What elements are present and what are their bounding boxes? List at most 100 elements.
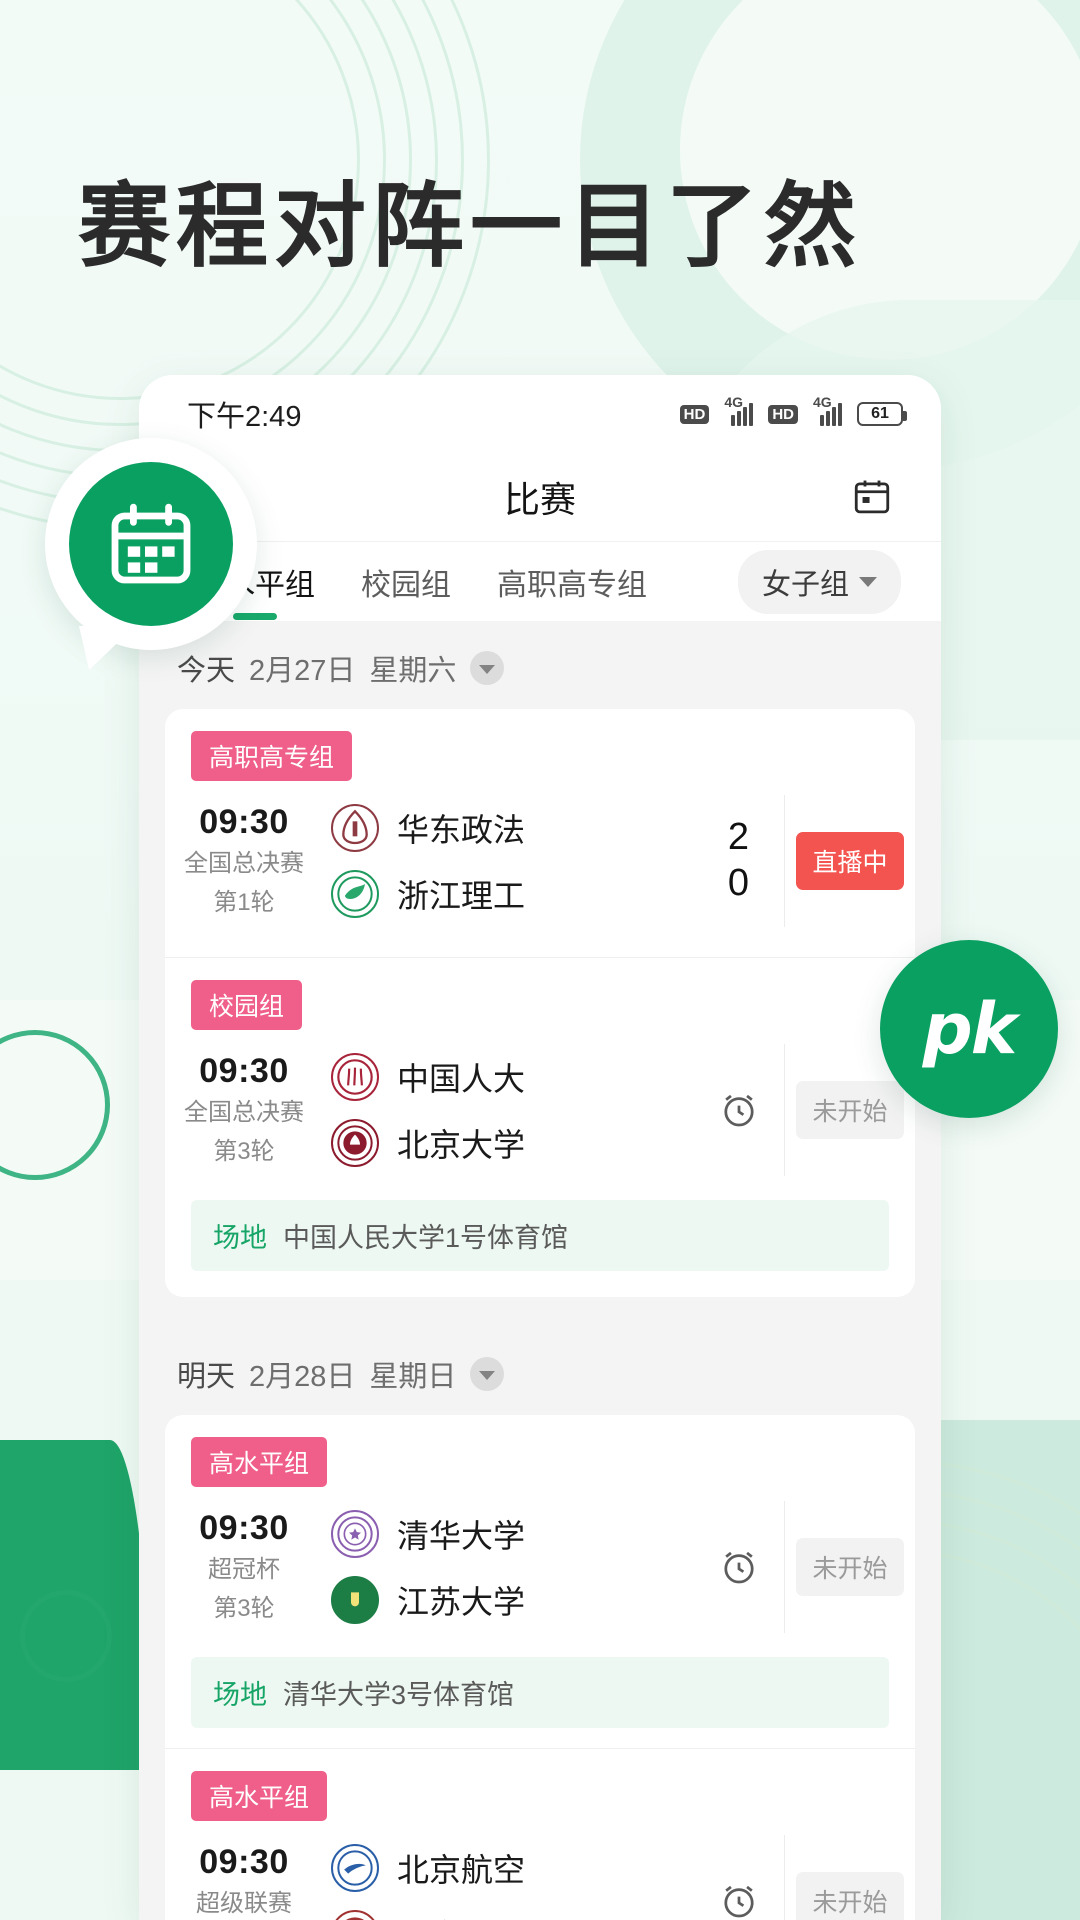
status-badge[interactable]: 直播中 [796, 832, 904, 890]
group-tag: 高水平组 [191, 1771, 328, 1821]
match-time: 09:30 [199, 1509, 289, 1548]
battery-level: 61 [871, 405, 889, 422]
hd-icon-1: HD [679, 404, 710, 424]
match-row[interactable]: 09:30 全国总决赛 第1轮 华东政法 浙江理工 2 0 直播中 [165, 781, 915, 947]
match-card: 高水平组 09:30 超冠杯 第3轮 清华大学 江苏大学 未开始 场地 清华大学… [165, 1415, 915, 1920]
venue-name: 清华大学3号体育馆 [283, 1680, 515, 1710]
match-time-block: 09:30 全国总决赛 第1轮 [165, 803, 315, 919]
day-weekday: 星期六 [369, 655, 457, 687]
chevron-down-icon[interactable] [470, 651, 505, 685]
team-name: 浙江理工 [397, 878, 526, 914]
group-tabs: 高水平组 校园组 高职高专组 女子组 [139, 541, 941, 621]
team-home: 清华大学 [331, 1501, 693, 1567]
battery-icon: 61 [857, 402, 907, 426]
away-score: 0 [727, 862, 750, 904]
status-badge[interactable]: 未开始 [796, 1872, 904, 1920]
chevron-down-icon [859, 576, 877, 587]
match-row[interactable]: 09:30 超级联赛 第3轮 北京航空 [165, 1821, 915, 1920]
match-time: 09:30 [199, 1843, 289, 1882]
team-name: 中国人大 [397, 1061, 526, 1097]
status-badge[interactable]: 未开始 [796, 1081, 904, 1139]
match-round: 第3轮 [213, 1594, 275, 1622]
team-away: 江苏大学 [331, 1567, 693, 1633]
match-stage: 超级联赛 [196, 1890, 292, 1918]
match-status[interactable]: 未开始 [785, 1538, 915, 1596]
match-stage: 超冠杯 [208, 1556, 280, 1584]
team-name: 江苏大学 [397, 1584, 526, 1620]
status-badge[interactable]: 未开始 [796, 1538, 904, 1596]
team-name: 清华大学 [397, 1518, 526, 1554]
category-selector-label: 女子组 [761, 568, 849, 601]
match-group[interactable]: 高水平组 09:30 超级联赛 第3轮 北京航空 [165, 1748, 915, 1920]
match-teams: 北京航空 北京理工 [315, 1835, 693, 1920]
match-status[interactable]: 直播中 [785, 832, 915, 890]
team-logo-icon [331, 1510, 379, 1558]
day-prefix: 今天 [177, 655, 236, 687]
match-teams: 中国人大 北京大学 [315, 1044, 693, 1176]
category-selector[interactable]: 女子组 [737, 549, 901, 614]
chevron-down-icon[interactable] [470, 1357, 505, 1391]
match-score: 2 0 [693, 795, 785, 927]
venue-label: 场地 [213, 1223, 267, 1253]
calendar-icon [69, 462, 233, 626]
team-home: 北京航空 [331, 1835, 693, 1901]
team-away: 浙江理工 [331, 861, 693, 927]
venue-label: 场地 [213, 1680, 267, 1710]
team-name: 北京大学 [397, 1127, 526, 1163]
match-time-block: 09:30 超冠杯 第3轮 [165, 1509, 315, 1625]
pk-badge-label: pk [922, 988, 1018, 1070]
network-label-1: 4G [724, 393, 744, 410]
day-date: 2月28日 [249, 1361, 356, 1393]
venue-row: 场地 清华大学3号体育馆 [191, 1657, 889, 1728]
venue-row: 场地 中国人民大学1号体育馆 [191, 1200, 889, 1271]
alarm-icon[interactable] [693, 1501, 785, 1633]
match-time: 09:30 [199, 1052, 289, 1091]
match-group[interactable]: 高职高专组 09:30 全国总决赛 第1轮 华东政法 浙江理工 2 0 直播中 [165, 709, 915, 947]
team-name: 华东政法 [397, 812, 526, 848]
match-row[interactable]: 09:30 超冠杯 第3轮 清华大学 江苏大学 未开始 [165, 1487, 915, 1653]
group-tag: 高水平组 [191, 1437, 328, 1487]
match-round: 第1轮 [213, 888, 275, 916]
day-header[interactable]: 今天 2月27日 星期六 [139, 621, 941, 709]
team-logo-icon [331, 870, 379, 918]
team-away: 北京理工 [331, 1901, 693, 1920]
team-logo-icon [331, 1576, 379, 1624]
signal-icon-1: 4G [718, 394, 759, 426]
match-group[interactable]: 校园组 09:30 全国总决赛 第3轮 中国人大 北京大学 未开始 场地 中国人… [165, 957, 915, 1271]
tab-vocational[interactable]: 高职高专组 [497, 560, 647, 604]
match-stage: 全国总决赛 [184, 850, 304, 878]
page-title: 赛程对阵一目了然 [78, 173, 863, 280]
calendar-bubble [45, 438, 257, 650]
background-circle-outline [0, 1030, 110, 1180]
team-home: 华东政法 [331, 795, 693, 861]
team-logo-icon [331, 1910, 379, 1920]
signal-icon-2: 4G [807, 394, 848, 426]
match-round: 第3轮 [213, 1137, 275, 1165]
match-time-block: 09:30 全国总决赛 第3轮 [165, 1052, 315, 1168]
match-time: 09:30 [199, 803, 289, 842]
match-group[interactable]: 高水平组 09:30 超冠杯 第3轮 清华大学 江苏大学 未开始 场地 清华大学… [165, 1415, 915, 1728]
network-label-2: 4G [813, 393, 832, 410]
team-away: 北京大学 [331, 1110, 693, 1176]
status-indicators: HD 4G HD 4G 61 [679, 394, 907, 426]
calendar-icon[interactable] [851, 476, 893, 518]
match-row[interactable]: 09:30 全国总决赛 第3轮 中国人大 北京大学 未开始 [165, 1030, 915, 1196]
nav-title: 比赛 [503, 479, 576, 520]
team-logo-icon [331, 1844, 379, 1892]
status-time: 下午2:49 [187, 401, 302, 433]
day-prefix: 明天 [177, 1361, 236, 1393]
home-score: 2 [727, 816, 750, 859]
match-status[interactable]: 未开始 [785, 1081, 915, 1139]
background-circle-outline-small [20, 1590, 112, 1682]
alarm-icon[interactable] [693, 1044, 785, 1176]
day-date: 2月27日 [249, 655, 356, 687]
match-status[interactable]: 未开始 [785, 1872, 915, 1920]
match-card: 高职高专组 09:30 全国总决赛 第1轮 华东政法 浙江理工 2 0 直播中 … [165, 709, 915, 1297]
alarm-icon[interactable] [693, 1835, 785, 1920]
nav-bar: 比赛 [139, 453, 941, 541]
team-logo-icon [331, 1119, 379, 1167]
match-teams: 清华大学 江苏大学 [315, 1501, 693, 1633]
match-teams: 华东政法 浙江理工 [315, 795, 693, 927]
tab-campus[interactable]: 校园组 [361, 560, 451, 604]
day-header[interactable]: 明天 2月28日 星期日 [139, 1327, 941, 1415]
